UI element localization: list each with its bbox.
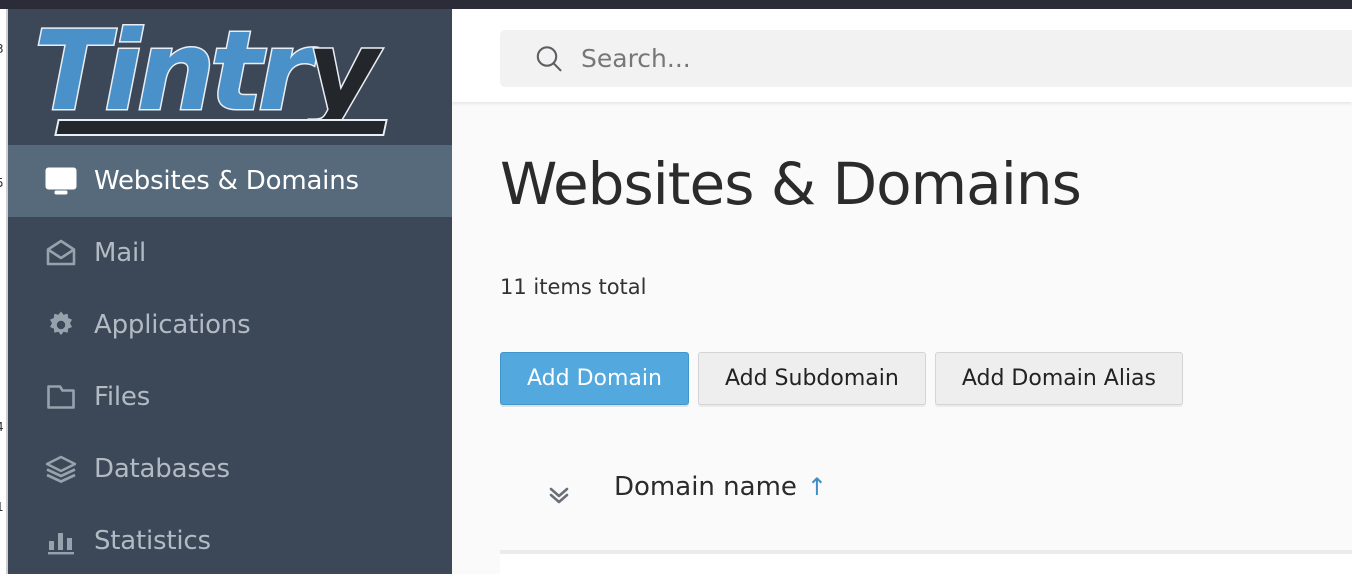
background-window-sliver: 3 5 4 1 [0,0,8,574]
bg-fragment: 5 [0,176,4,190]
add-domain-button[interactable]: Add Domain [500,352,689,405]
sidebar-item-mail[interactable]: Mail [8,217,452,289]
sidebar-item-label: Mail [94,238,147,268]
main-area: Websites & Domains 11 items total Add Do… [452,9,1352,574]
layers-icon [44,453,78,485]
sidebar-item-websites-domains[interactable]: Websites & Domains [8,145,452,217]
table-header-row: Domain name ↑ [500,457,1352,554]
add-subdomain-button[interactable]: Add Subdomain [697,352,926,405]
sidebar-item-label: Files [94,382,151,412]
sidebar-item-label: Websites & Domains [94,166,359,196]
brand-logo[interactable]: Tintry [8,9,452,145]
brand-logo-y: y [305,9,380,137]
search-icon [533,43,565,75]
sidebar-item-label: Applications [94,310,251,340]
sidebar-item-statistics[interactable]: Statistics [8,505,452,577]
sidebar: Tintry Websites & Domains Mail Applicati… [8,9,452,574]
sidebar-item-files[interactable]: Files [8,361,452,433]
action-button-row: Add Domain Add Subdomain Add Domain Alia… [500,352,1192,405]
brand-logo-underline [54,119,388,136]
sort-ascending-icon[interactable]: ↑ [807,475,827,499]
add-domain-alias-button[interactable]: Add Domain Alias [934,352,1183,405]
table-body [500,554,1352,574]
brand-logo-r: r [256,9,313,137]
domains-table: Domain name ↑ [500,457,1352,574]
bg-fragment: 3 [0,42,4,56]
search-bar[interactable] [500,30,1352,87]
sidebar-item-applications[interactable]: Applications [8,289,452,361]
content-area: Websites & Domains 11 items total Add Do… [452,102,1352,574]
window-title-bar [0,0,1352,9]
page-title: Websites & Domains [500,150,1082,218]
column-header-domain-name[interactable]: Domain name ↑ [614,472,827,502]
monitor-icon [44,165,78,197]
bg-fragment: 1 [0,500,4,514]
items-total-label: 11 items total [500,275,647,299]
sidebar-item-label: Statistics [94,526,211,556]
envelope-icon [44,237,78,269]
sidebar-item-databases[interactable]: Databases [8,433,452,505]
bar-chart-icon [44,525,78,557]
top-header-bar [452,9,1352,102]
brand-logo-main: Tint [33,9,265,137]
bg-fragment: 4 [0,420,4,434]
sidebar-item-label: Databases [94,454,230,484]
search-input[interactable] [581,40,1281,77]
chevron-double-down-icon[interactable] [544,480,574,510]
column-header-label: Domain name [614,472,797,502]
folder-icon [44,381,78,413]
gear-icon [44,309,78,341]
